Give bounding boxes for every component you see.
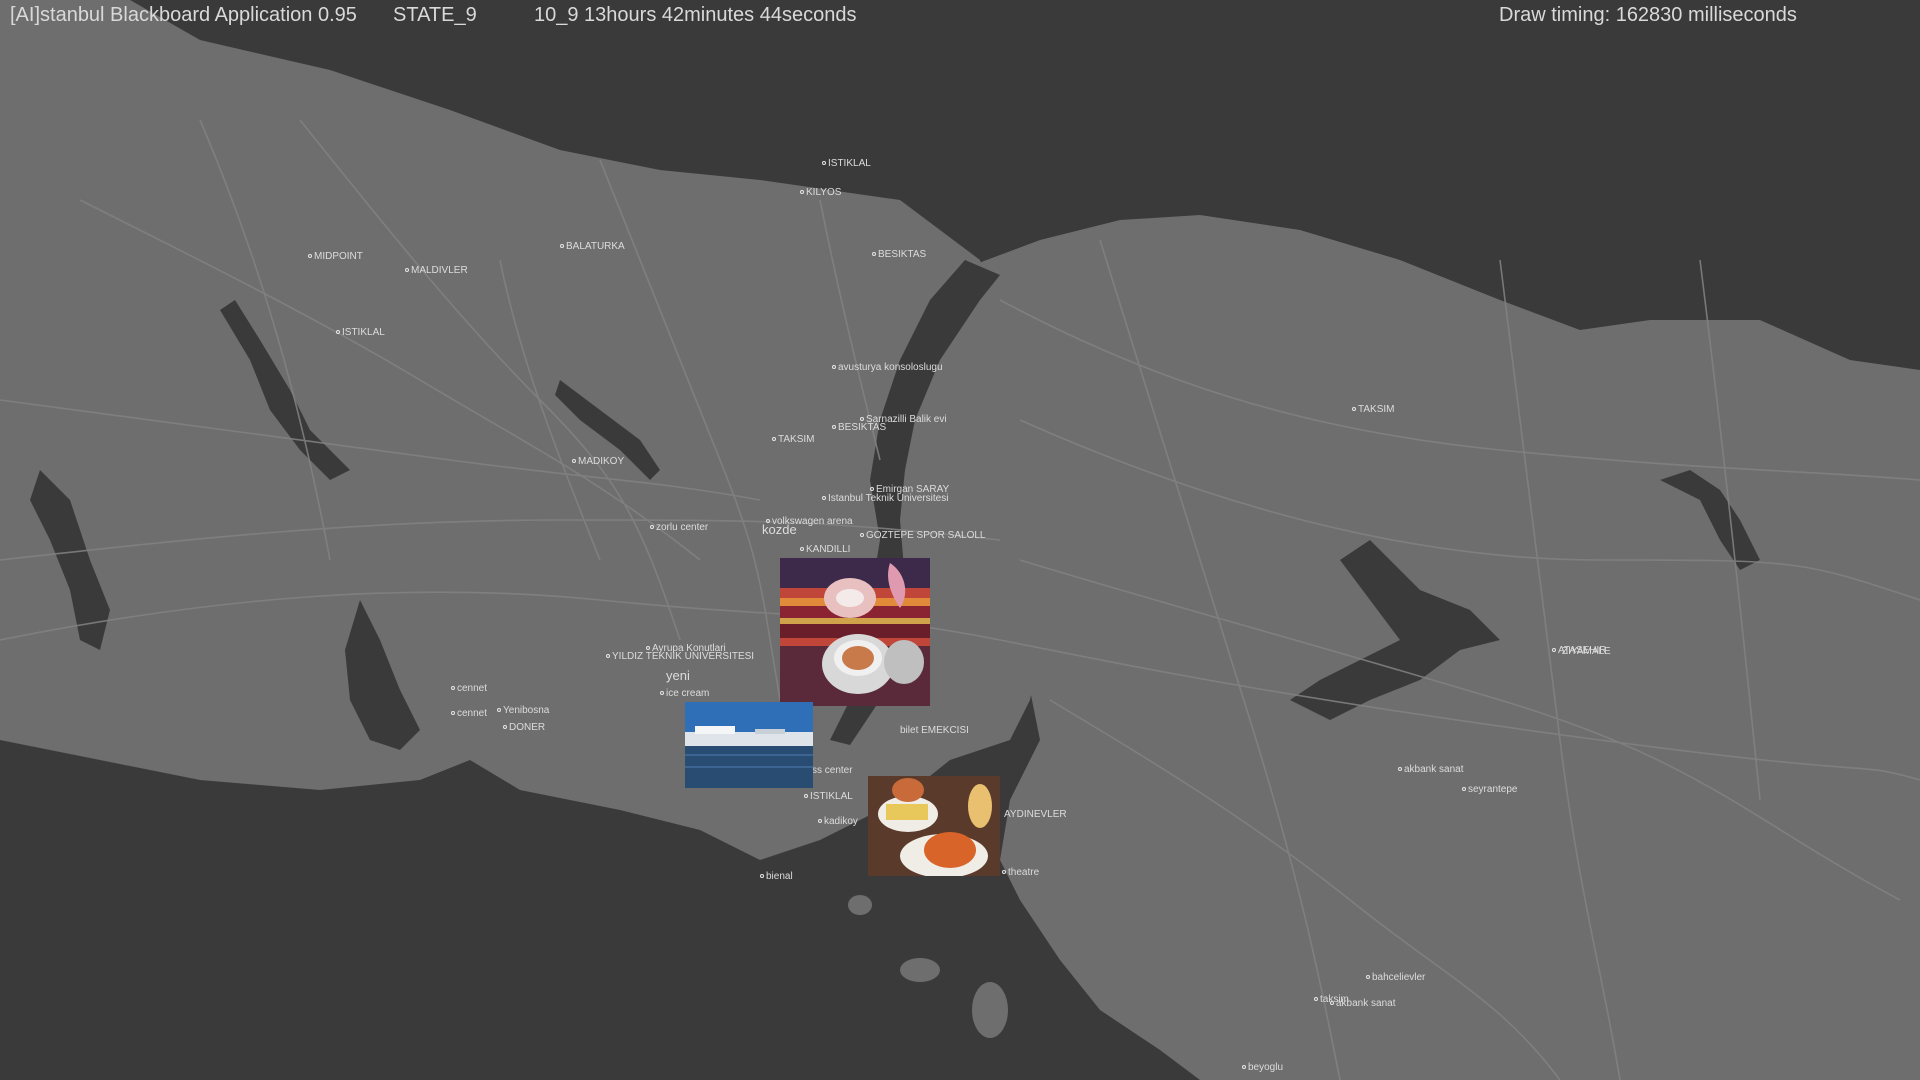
place-dot-icon — [818, 819, 822, 824]
place-label[interactable]: ISTIKLAL — [336, 327, 385, 338]
place-dot-icon — [650, 525, 654, 530]
place-dot-icon — [870, 487, 874, 492]
place-label[interactable]: ss center — [812, 765, 853, 776]
app-title: [AI]stanbul Blackboard Application 0.95 — [10, 4, 357, 26]
place-dot-icon — [872, 252, 876, 257]
place-dot-icon — [1366, 975, 1370, 980]
place-label[interactable]: zorlu center — [650, 522, 708, 533]
place-label[interactable]: MALDIVLER — [405, 265, 468, 276]
draw-timing: Draw timing: 162830 milliseconds — [1499, 4, 1797, 26]
place-dot-icon — [308, 254, 312, 259]
place-label[interactable]: YILDIZ TEKNIK UNIVERSITESI — [606, 651, 754, 662]
place-label[interactable]: beyoglu — [1242, 1062, 1283, 1073]
place-label[interactable]: BESIKTAS — [872, 249, 926, 260]
place-dot-icon — [772, 437, 776, 442]
place-label[interactable]: cennet — [451, 708, 487, 719]
place-label[interactable]: kozde — [762, 523, 797, 536]
place-dot-icon — [804, 794, 808, 799]
place-label[interactable]: TAKSIM — [772, 434, 814, 445]
place-label[interactable]: kadikoy — [818, 816, 858, 827]
place-label[interactable]: MADIKOY — [572, 456, 624, 467]
place-label[interactable]: avusturya konsoloslugu — [832, 362, 943, 373]
place-dot-icon — [832, 425, 836, 430]
waterfront-photo[interactable] — [685, 702, 813, 788]
place-dot-icon — [572, 459, 576, 464]
place-label[interactable]: yeni — [666, 669, 690, 682]
place-dot-icon — [660, 691, 664, 696]
place-dot-icon — [451, 686, 455, 691]
place-label[interactable]: Sarnazilli Balik evi — [860, 414, 947, 425]
place-dot-icon — [560, 244, 564, 249]
place-dot-icon — [451, 711, 455, 716]
place-label[interactable]: DONER — [503, 722, 545, 733]
place-label[interactable]: KILYOS — [800, 187, 841, 198]
place-dot-icon — [1352, 407, 1356, 412]
place-dot-icon — [1314, 997, 1318, 1002]
food-plate-photo[interactable] — [868, 776, 1000, 876]
place-label[interactable]: bilet EMEKCISI — [900, 725, 969, 736]
place-dot-icon — [606, 654, 610, 659]
place-dot-icon — [800, 190, 804, 195]
place-label[interactable]: ISTIKLAL — [804, 791, 853, 802]
island-3 — [972, 982, 1008, 1038]
turkish-coffee-photo[interactable] — [780, 558, 930, 706]
place-label[interactable]: akbank sanat — [1398, 764, 1464, 775]
place-dot-icon — [1242, 1065, 1246, 1070]
place-dot-icon — [860, 533, 864, 538]
place-label[interactable]: seyrantepe — [1462, 784, 1517, 795]
place-dot-icon — [760, 874, 764, 879]
island-1 — [848, 895, 872, 915]
place-label[interactable]: KANDILLI — [800, 544, 850, 555]
place-dot-icon — [800, 547, 804, 552]
place-dot-icon — [1002, 870, 1006, 875]
place-dot-icon — [405, 268, 409, 273]
place-dot-icon — [822, 496, 826, 501]
place-dot-icon — [1552, 648, 1556, 653]
place-label[interactable]: Emirgan SARAY — [870, 484, 949, 495]
place-dot-icon — [832, 365, 836, 370]
place-label[interactable]: cennet — [451, 683, 487, 694]
place-dot-icon — [1462, 787, 1466, 792]
state-label: STATE_9 — [393, 4, 477, 26]
place-label[interactable]: theatre — [1002, 867, 1039, 878]
place-label[interactable]: bahcelievler — [1366, 972, 1425, 983]
place-label[interactable]: GOZTEPE SPOR SALOLL — [860, 530, 985, 541]
place-label[interactable]: taksim — [1314, 994, 1349, 1005]
place-dot-icon — [1398, 767, 1402, 772]
place-label[interactable]: ZIYAMALE — [1562, 646, 1611, 657]
island-2 — [900, 958, 940, 982]
place-label[interactable]: Yenibosna — [497, 705, 549, 716]
place-dot-icon — [646, 646, 650, 651]
place-label[interactable]: TAKSIM — [1352, 404, 1394, 415]
place-label[interactable]: ISTIKLAL — [822, 158, 871, 169]
place-label[interactable]: bienal — [760, 871, 793, 882]
place-label[interactable]: MIDPOINT — [308, 251, 363, 262]
place-dot-icon — [336, 330, 340, 335]
place-label[interactable]: BALATURKA — [560, 241, 625, 252]
place-label[interactable]: ice cream — [660, 688, 709, 699]
session-clock: 10_9 13hours 42minutes 44seconds — [534, 4, 857, 26]
place-dot-icon — [503, 725, 507, 730]
place-dot-icon — [860, 417, 864, 422]
place-dot-icon — [497, 708, 501, 713]
place-dot-icon — [822, 161, 826, 166]
place-label[interactable]: AYDINEVLER — [1004, 809, 1067, 820]
